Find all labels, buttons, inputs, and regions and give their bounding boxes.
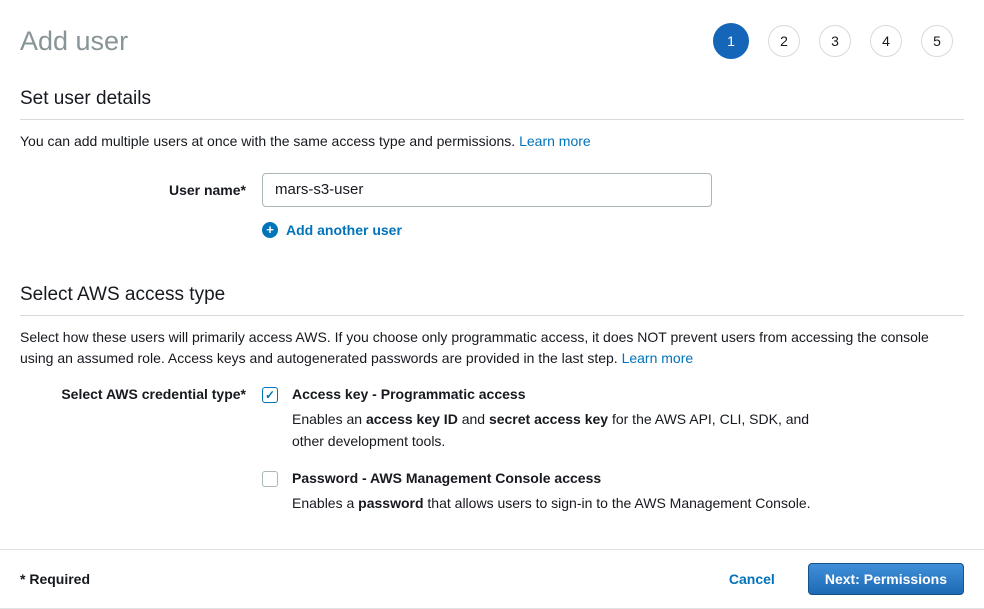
desc-text: Enables a [292,495,358,511]
required-note: * Required [20,571,90,587]
password-checkbox[interactable] [262,471,278,487]
wizard-step-4[interactable]: 4 [870,25,902,57]
desc-bold: password [358,495,423,511]
add-another-user-label: Add another user [286,222,402,238]
add-user-page: Add user 1 2 3 4 5 Set user details You … [0,0,984,515]
password-option-desc: Enables a password that allows users to … [292,493,811,515]
learn-more-link-user-details[interactable]: Learn more [519,133,591,149]
wizard-footer: * Required Cancel Next: Permissions [0,549,984,609]
username-label: User name* [20,173,246,198]
wizard-steps: 1 2 3 4 5 [713,23,953,59]
plus-circle-icon: + [262,222,278,238]
access-key-checkbox[interactable]: ✓ [262,387,278,403]
user-details-intro: You can add multiple users at once with … [20,131,964,153]
page-header: Add user 1 2 3 4 5 [20,16,964,66]
credential-type-label: Select AWS credential type* [20,386,246,402]
add-another-user-button[interactable]: + Add another user [262,222,964,238]
next-permissions-button[interactable]: Next: Permissions [808,563,964,595]
username-input[interactable] [262,173,712,207]
select-access-type-section: Select AWS access type Select how these … [20,284,964,515]
desc-text: that allows users to sign-in to the AWS … [424,495,811,511]
access-key-option-title: Access key - Programmatic access [292,386,837,402]
page-title: Add user [20,26,128,57]
access-type-intro-text: Select how these users will primarily ac… [20,329,929,367]
set-user-details-section: Set user details You can add multiple us… [20,88,964,238]
wizard-step-5[interactable]: 5 [921,25,953,57]
access-key-option: Access key - Programmatic access Enables… [292,386,837,452]
desc-text: and [458,411,489,427]
section-heading-access-type: Select AWS access type [20,284,964,316]
user-details-intro-text: You can add multiple users at once with … [20,133,515,149]
learn-more-link-access-type[interactable]: Learn more [622,350,694,366]
check-icon: ✓ [265,389,275,401]
desc-bold: secret access key [489,411,608,427]
desc-text: Enables an [292,411,366,427]
section-heading-user-details: Set user details [20,88,964,120]
password-option: Password - AWS Management Console access… [292,470,811,515]
wizard-step-2[interactable]: 2 [768,25,800,57]
cancel-button[interactable]: Cancel [729,571,775,587]
username-row: User name* [20,173,964,207]
password-option-title: Password - AWS Management Console access [292,470,811,486]
footer-actions: Cancel Next: Permissions [729,563,964,595]
access-type-intro: Select how these users will primarily ac… [20,327,964,370]
wizard-step-3[interactable]: 3 [819,25,851,57]
wizard-step-1[interactable]: 1 [713,23,749,59]
access-key-option-row: Select AWS credential type* ✓ Access key… [20,386,964,452]
access-key-option-desc: Enables an access key ID and secret acce… [292,409,837,452]
password-option-row: Password - AWS Management Console access… [20,470,964,515]
desc-bold: access key ID [366,411,458,427]
